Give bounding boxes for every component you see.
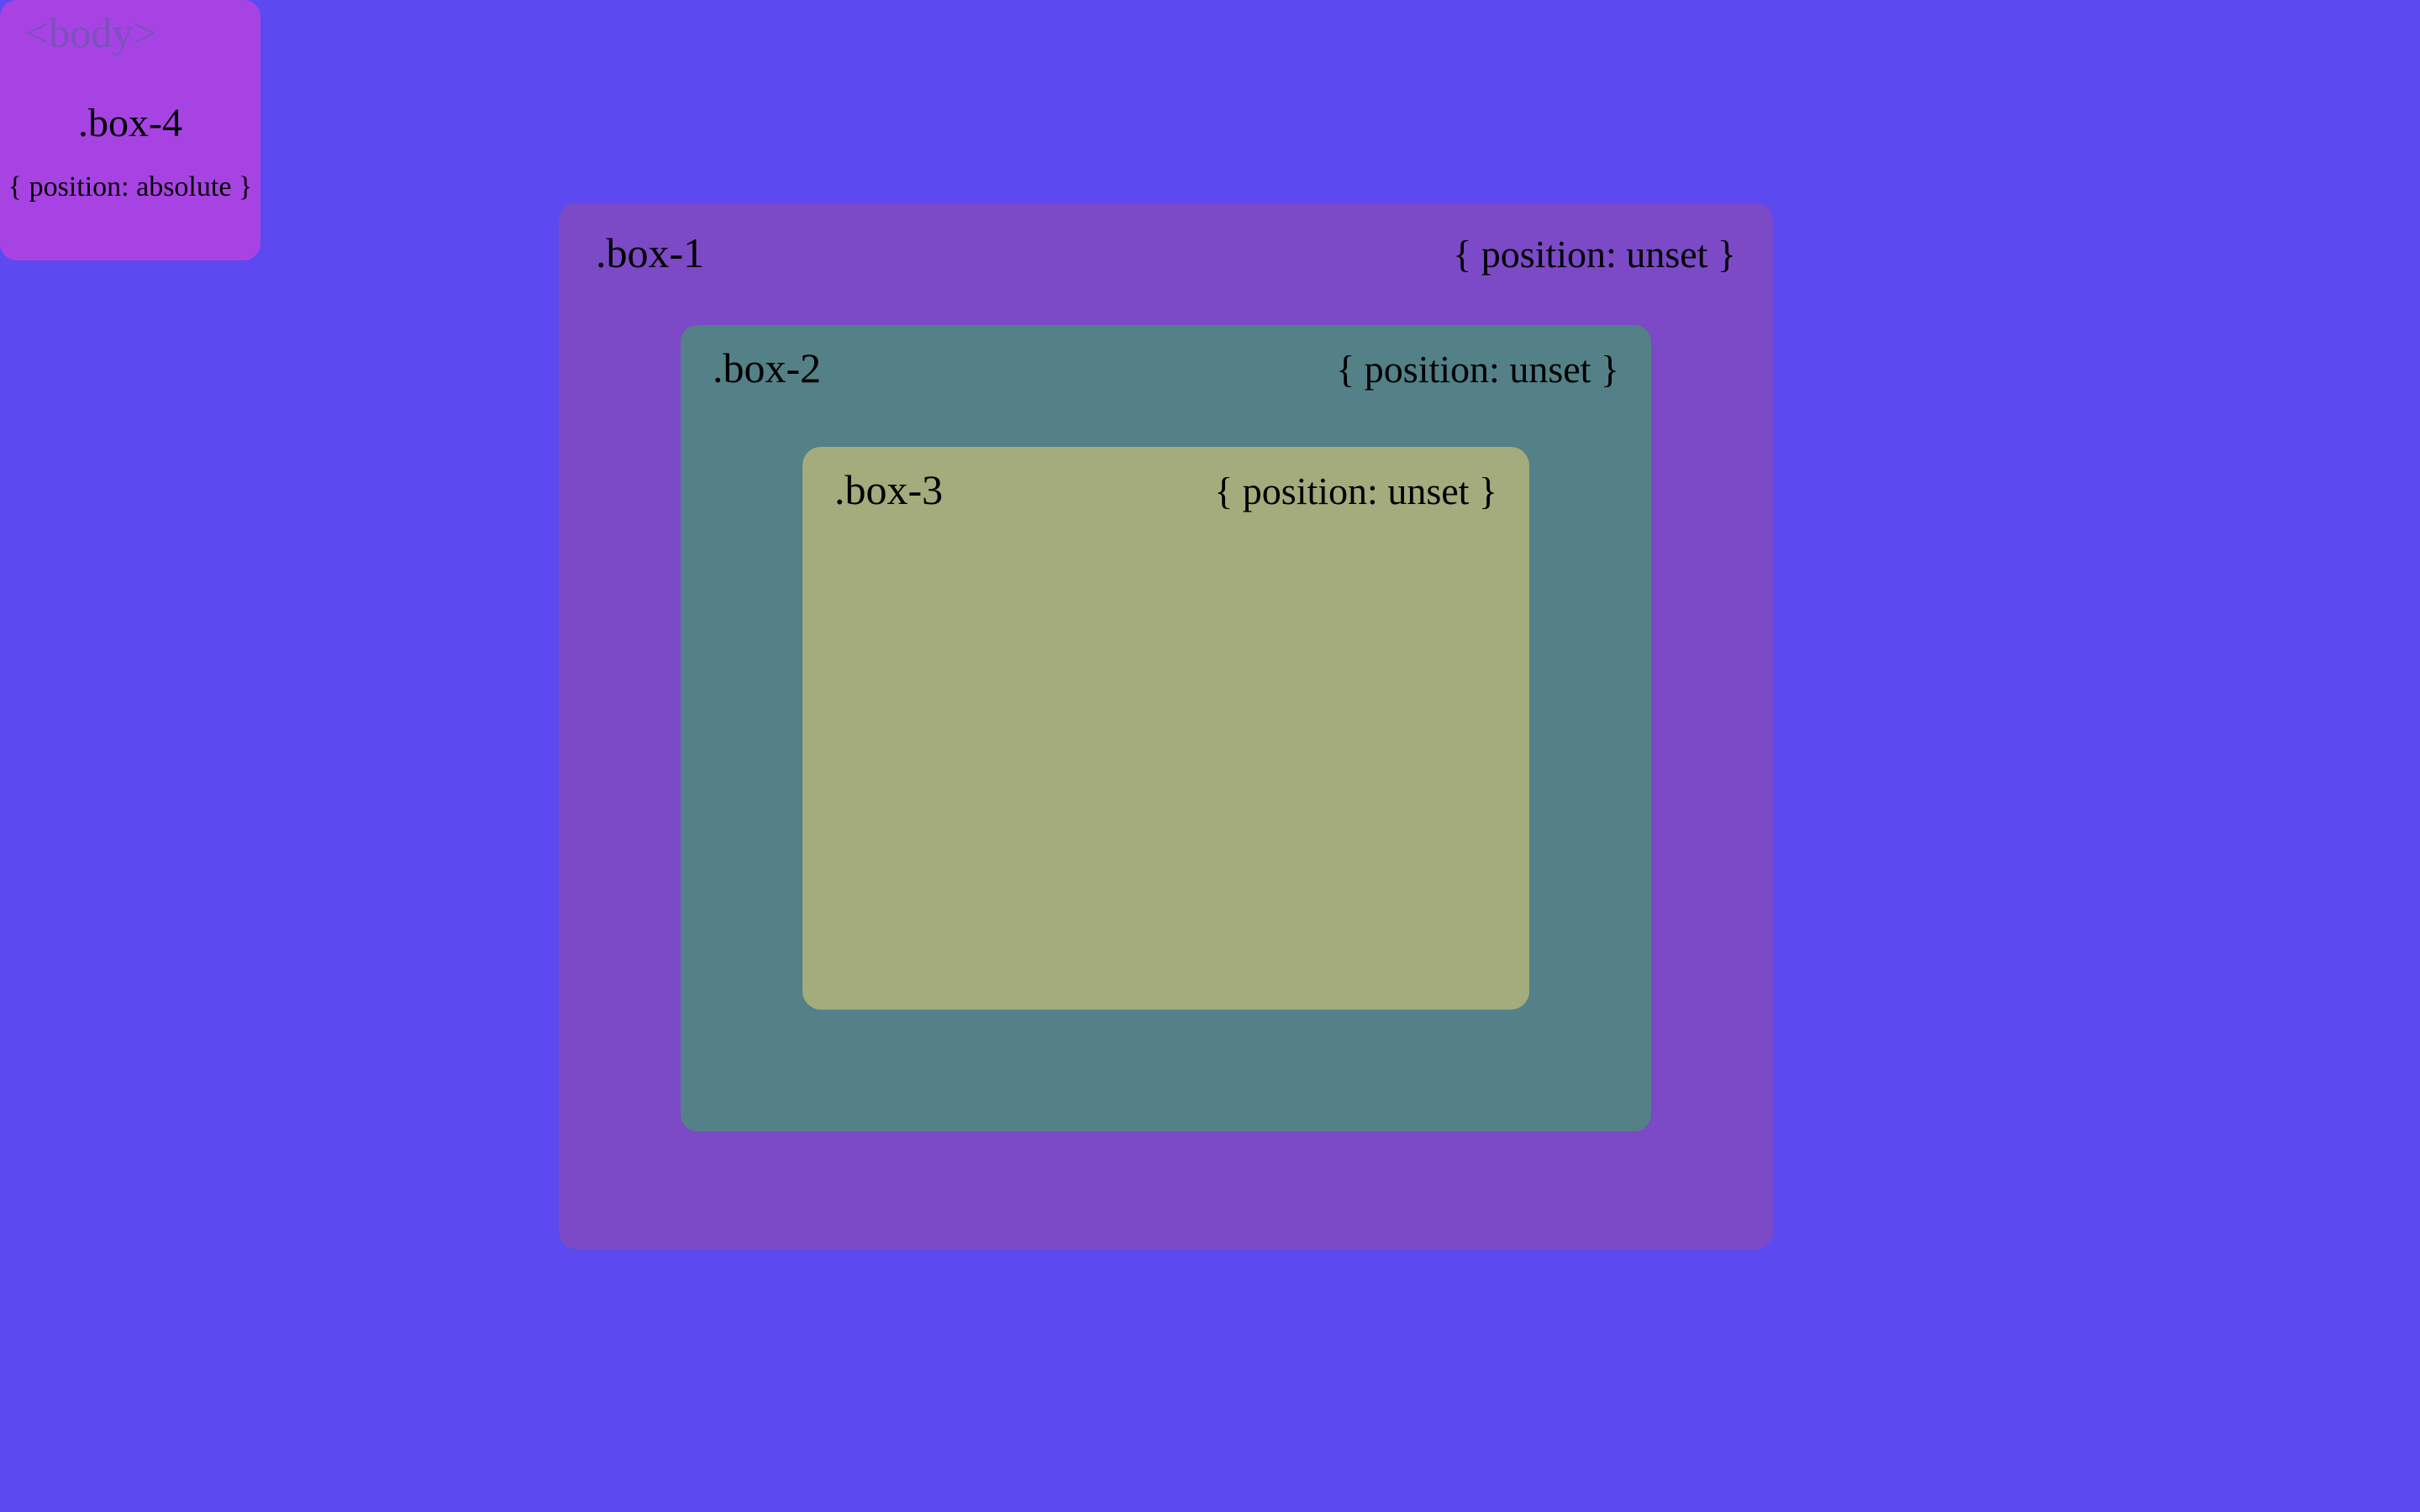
box-2: .box-2 { position: unset } .box-3 { posi… (681, 325, 1651, 1131)
box-4-position: { position: absolute } (8, 171, 252, 203)
box-3: .box-3 { position: unset } (802, 447, 1529, 1010)
box-1-position: { position: unset } (1453, 232, 1736, 276)
box-4-name: .box-4 (78, 100, 182, 146)
box-3-header: .box-3 { position: unset } (834, 465, 1497, 514)
box-4: <body> .box-4 { position: absolute } (0, 0, 260, 260)
box-2-position: { position: unset } (1336, 347, 1619, 391)
box-1-name: .box-1 (596, 228, 704, 277)
body-label: <body> (25, 8, 156, 57)
box-2-header: .box-2 { position: unset } (713, 344, 1619, 392)
box-1-header: .box-1 { position: unset } (596, 228, 1736, 277)
box-1: .box-1 { position: unset } .box-2 { posi… (559, 203, 1773, 1249)
box-3-position: { position: unset } (1214, 469, 1497, 513)
box-2-name: .box-2 (713, 344, 821, 392)
box-3-name: .box-3 (834, 465, 943, 514)
